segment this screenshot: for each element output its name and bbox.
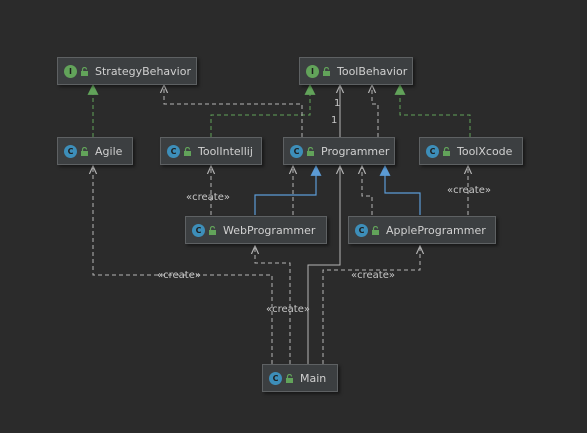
node-name: Agile [95, 144, 123, 158]
node-web-programmer[interactable]: C WebProgrammer [185, 216, 327, 244]
dependency-appleprogrammer-programmer [362, 166, 373, 215]
node-strategy-behavior[interactable]: I StrategyBehavior [57, 57, 197, 85]
create-label: «create» [447, 185, 491, 196]
node-name: WebProgrammer [223, 223, 316, 237]
create-label: «create» [157, 270, 201, 281]
class-icon: C [290, 144, 303, 158]
main-to-programmer [307, 166, 340, 364]
node-tool-behavior[interactable]: I ToolBehavior [299, 57, 413, 85]
node-apple-programmer[interactable]: C AppleProgrammer [348, 216, 496, 244]
node-agile[interactable]: C Agile [57, 137, 133, 165]
class-icon: C [355, 223, 368, 237]
lock-icon [81, 146, 88, 156]
node-name: ToolBehavior [337, 64, 408, 78]
realization-toolxcode-toolbehavior [394, 83, 471, 137]
create-label: «create» [351, 270, 395, 281]
lock-icon [286, 373, 293, 383]
lock-icon [372, 225, 379, 235]
node-name: AppleProgrammer [386, 223, 486, 237]
create-label: «create» [266, 304, 310, 315]
node-programmer[interactable]: C Programmer [283, 137, 395, 165]
create-main-agile [93, 166, 273, 364]
node-tool-intellij[interactable]: C ToolIntellij [160, 137, 262, 165]
class-icon: C [64, 144, 77, 158]
lock-icon [209, 225, 216, 235]
multiplicity-label: 1 [331, 115, 338, 126]
node-name: ToolIntellij [198, 144, 253, 158]
class-icon: C [426, 144, 439, 158]
lock-icon [307, 146, 314, 156]
lock-icon [323, 66, 330, 76]
class-icon: C [269, 371, 282, 385]
lock-icon [81, 66, 88, 76]
class-icon: C [192, 223, 205, 237]
create-main-appleprogrammer [322, 246, 420, 364]
node-name: Programmer [321, 144, 390, 158]
interface-icon: I [306, 64, 319, 78]
realization-toolintellij-toolbehavior [210, 83, 316, 137]
dependency-programmer-toolbehavior [372, 85, 379, 137]
create-label: «create» [186, 192, 230, 203]
lock-icon [184, 146, 191, 156]
class-icon: C [167, 144, 180, 158]
multiplicity-label: 1 [334, 98, 341, 109]
inheritance-appleprogrammer-programmer [379, 164, 421, 215]
node-name: Main [300, 371, 327, 385]
lock-icon [443, 146, 450, 156]
interface-icon: I [64, 64, 77, 78]
node-tool-xcode[interactable]: C ToolXcode [419, 137, 523, 165]
node-name: StrategyBehavior [95, 64, 191, 78]
inheritance-webprogrammer-programmer [254, 164, 322, 215]
node-main[interactable]: C Main [262, 364, 338, 392]
node-name: ToolXcode [457, 144, 513, 158]
dependency-programmer-strategy [164, 85, 303, 137]
